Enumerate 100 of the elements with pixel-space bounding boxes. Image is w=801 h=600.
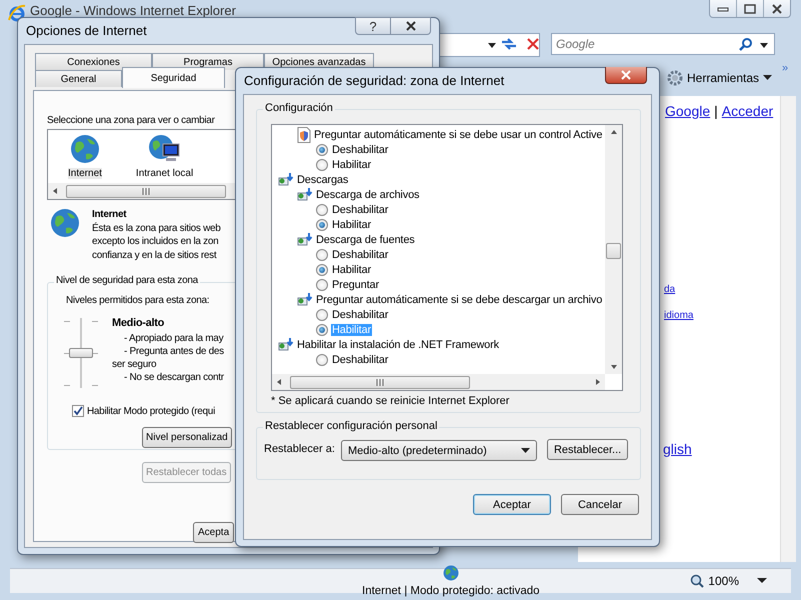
allowed-levels-label: Niveles permitidos para esta zona: (66, 295, 210, 306)
zone-prompt: Seleccione una zona para ver o cambiar (47, 115, 216, 126)
radio-button[interactable] (316, 308, 328, 320)
radio-button[interactable] (316, 248, 328, 260)
zone-description: confianza y en la de sitios rest (92, 248, 218, 262)
field-label: Restablecer a: (264, 443, 335, 455)
gear-icon (667, 70, 683, 86)
option-label: Habilitar (331, 218, 372, 230)
radio-button[interactable] (316, 264, 328, 276)
level-description: - Pregunta antes de des (123, 345, 224, 358)
zoom-icon[interactable] (690, 574, 704, 588)
ok-button[interactable]: Acepta (193, 522, 234, 543)
setting-label: Preguntar automáticamente si se debe descargar un archivo (316, 294, 602, 306)
footnote: * Se aplicará cuando se reinicie Internet Explorer (271, 395, 510, 407)
security-slider[interactable] (64, 318, 98, 388)
option-label: Deshabilitar (331, 144, 390, 156)
scrollbar[interactable] (780, 96, 796, 562)
option-label: Preguntar (331, 278, 380, 290)
document-shield-icon (297, 126, 311, 142)
download-icon (278, 172, 294, 186)
dialog-button[interactable]: Cancelar (561, 494, 639, 515)
page-link[interactable]: glish (663, 441, 692, 457)
option-label: Habilitar (331, 264, 372, 276)
radio-button[interactable] (316, 354, 328, 366)
zone-name: Internet (92, 208, 128, 222)
zoom-level[interactable]: 100% (708, 574, 739, 588)
close-icon (620, 70, 632, 80)
download-icon (297, 188, 313, 202)
maximize-icon (744, 4, 756, 14)
reset-button[interactable]: Restablecer... (546, 439, 628, 460)
checkbox[interactable] (72, 405, 84, 417)
separator: | (714, 103, 718, 119)
close-button[interactable] (605, 67, 647, 84)
radio-button[interactable] (316, 278, 328, 290)
scrollbar[interactable] (605, 125, 622, 374)
caret-icon[interactable] (759, 41, 769, 49)
option-label: Deshabilitar (331, 354, 390, 366)
category-label: Descargas (297, 174, 348, 186)
caret-icon (763, 75, 772, 81)
zone-item[interactable]: Intranet local (134, 134, 196, 179)
level-description: - No se descargan contr (123, 371, 224, 384)
radio-button[interactable] (316, 204, 328, 216)
page-link[interactable]: da (664, 284, 676, 295)
dialog-button[interactable]: Aceptar (473, 494, 551, 515)
caret-icon[interactable] (757, 578, 767, 584)
refresh-icon[interactable] (500, 36, 518, 52)
level-description: - Apropiado para la may (123, 332, 224, 345)
globe-icon (442, 565, 459, 581)
scrollbar-thumb[interactable] (606, 243, 621, 259)
scrollbar[interactable] (272, 374, 605, 390)
more-button[interactable]: » (782, 62, 788, 74)
header-link[interactable]: Google (665, 103, 710, 119)
radio-button[interactable] (316, 324, 328, 336)
search-field[interactable]: Google (551, 33, 775, 55)
browser-logo-icon (8, 4, 26, 22)
search-icon[interactable] (739, 37, 753, 51)
radio-button[interactable] (316, 218, 328, 230)
zone-status: Internet | Modo protegido: activado (362, 585, 540, 597)
zone-description: excepto los incluidos en la zon (92, 235, 220, 248)
zone-description: Ésta es la zona para sitios web (92, 222, 221, 235)
option-label: Deshabilitar (331, 204, 390, 216)
tools-menu[interactable]: Herramientas (664, 68, 776, 88)
setting-label: Descarga de archivos (316, 188, 420, 200)
close-icon (404, 21, 416, 31)
setting-label: Preguntar automáticamente si se debe usar un control Active (314, 128, 602, 140)
tab[interactable]: General (35, 70, 122, 87)
option-label: Deshabilitar (331, 308, 390, 320)
setting-label: Descarga de fuentes (316, 234, 415, 246)
help-button[interactable]: ? (355, 17, 391, 35)
level-description: ser seguro (112, 358, 158, 371)
level-name: Medio-alto (112, 317, 165, 330)
download-icon (297, 292, 313, 306)
checkbox-label: Habilitar Modo protegido (requi (87, 406, 215, 416)
close-button[interactable] (391, 17, 431, 35)
tab[interactable]: Conexiones (35, 53, 152, 70)
scrollbar-thumb[interactable] (290, 376, 470, 388)
caret-icon (520, 448, 530, 454)
radio-button[interactable] (316, 144, 328, 156)
download-icon (278, 338, 294, 352)
option-label: Habilitar (331, 324, 372, 336)
minimize-icon (717, 6, 729, 12)
header-link[interactable]: Acceder (722, 103, 774, 119)
tab[interactable]: Seguridad (122, 67, 225, 88)
window-title: Google - Windows Internet Explorer (30, 3, 236, 18)
group-legend: Configuración (263, 102, 335, 114)
radio-button[interactable] (316, 158, 328, 170)
globe-icon (50, 208, 80, 238)
reset-level-dropdown[interactable]: Medio-alto (predeterminado) (340, 440, 537, 461)
dialog-title: Configuración de seguridad: zona de Internet (244, 73, 504, 88)
option-label: Deshabilitar (331, 248, 390, 260)
dialog-title: Opciones de Internet (26, 23, 147, 38)
stop-icon[interactable] (527, 38, 539, 50)
globe-icon (70, 134, 100, 164)
download-icon (297, 232, 313, 246)
scrollbar-thumb[interactable] (66, 184, 226, 198)
group-legend: Nivel de seguridad para esta zona (54, 275, 200, 286)
option-label: Habilitar (331, 158, 372, 170)
zone-item[interactable]: Internet (66, 134, 104, 179)
custom-level-button[interactable]: Nivel personalizad (142, 427, 232, 448)
page-link[interactable]: idioma (664, 310, 694, 321)
